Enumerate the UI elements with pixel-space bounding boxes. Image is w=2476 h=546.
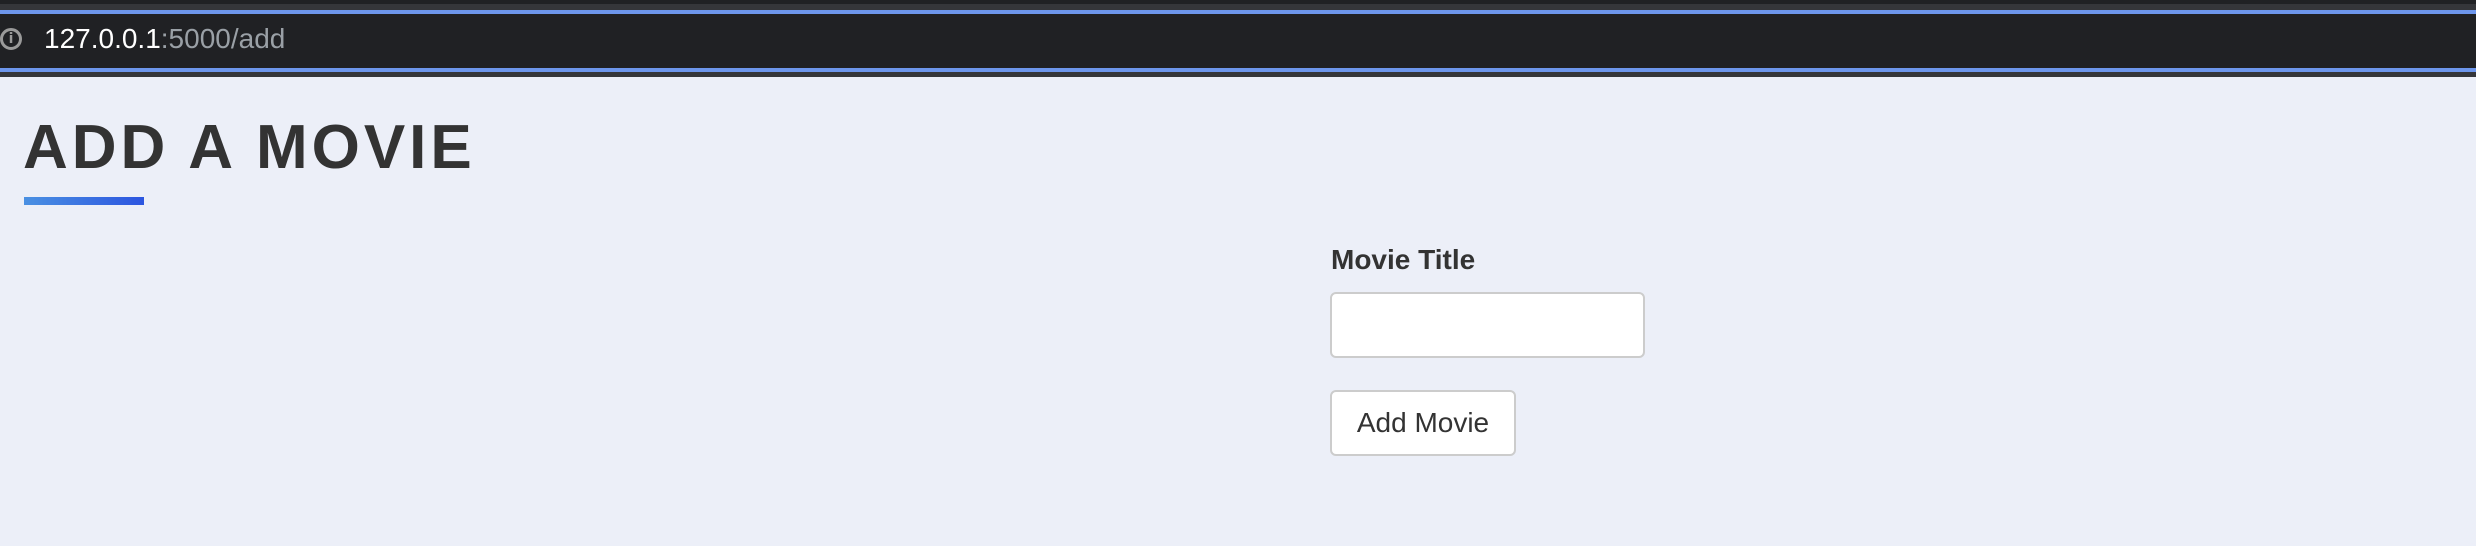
url-text[interactable]: 127.0.0.1:5000/add (44, 23, 285, 55)
movie-title-input[interactable] (1330, 292, 1645, 358)
info-icon[interactable]: i (0, 28, 22, 50)
page-title: ADD A MOVIE (23, 113, 476, 182)
tab-strip (0, 0, 2476, 4)
movie-title-label: Movie Title (1331, 244, 1476, 275)
address-bar[interactable]: i 127.0.0.1:5000/add (0, 10, 2476, 72)
title-underline (24, 197, 144, 205)
add-movie-button[interactable]: Add Movie (1330, 390, 1516, 456)
browser-toolbar: i 127.0.0.1:5000/add (0, 0, 2476, 77)
url-host: 127.0.0.1 (44, 23, 161, 54)
url-path: :5000/add (160, 23, 286, 54)
